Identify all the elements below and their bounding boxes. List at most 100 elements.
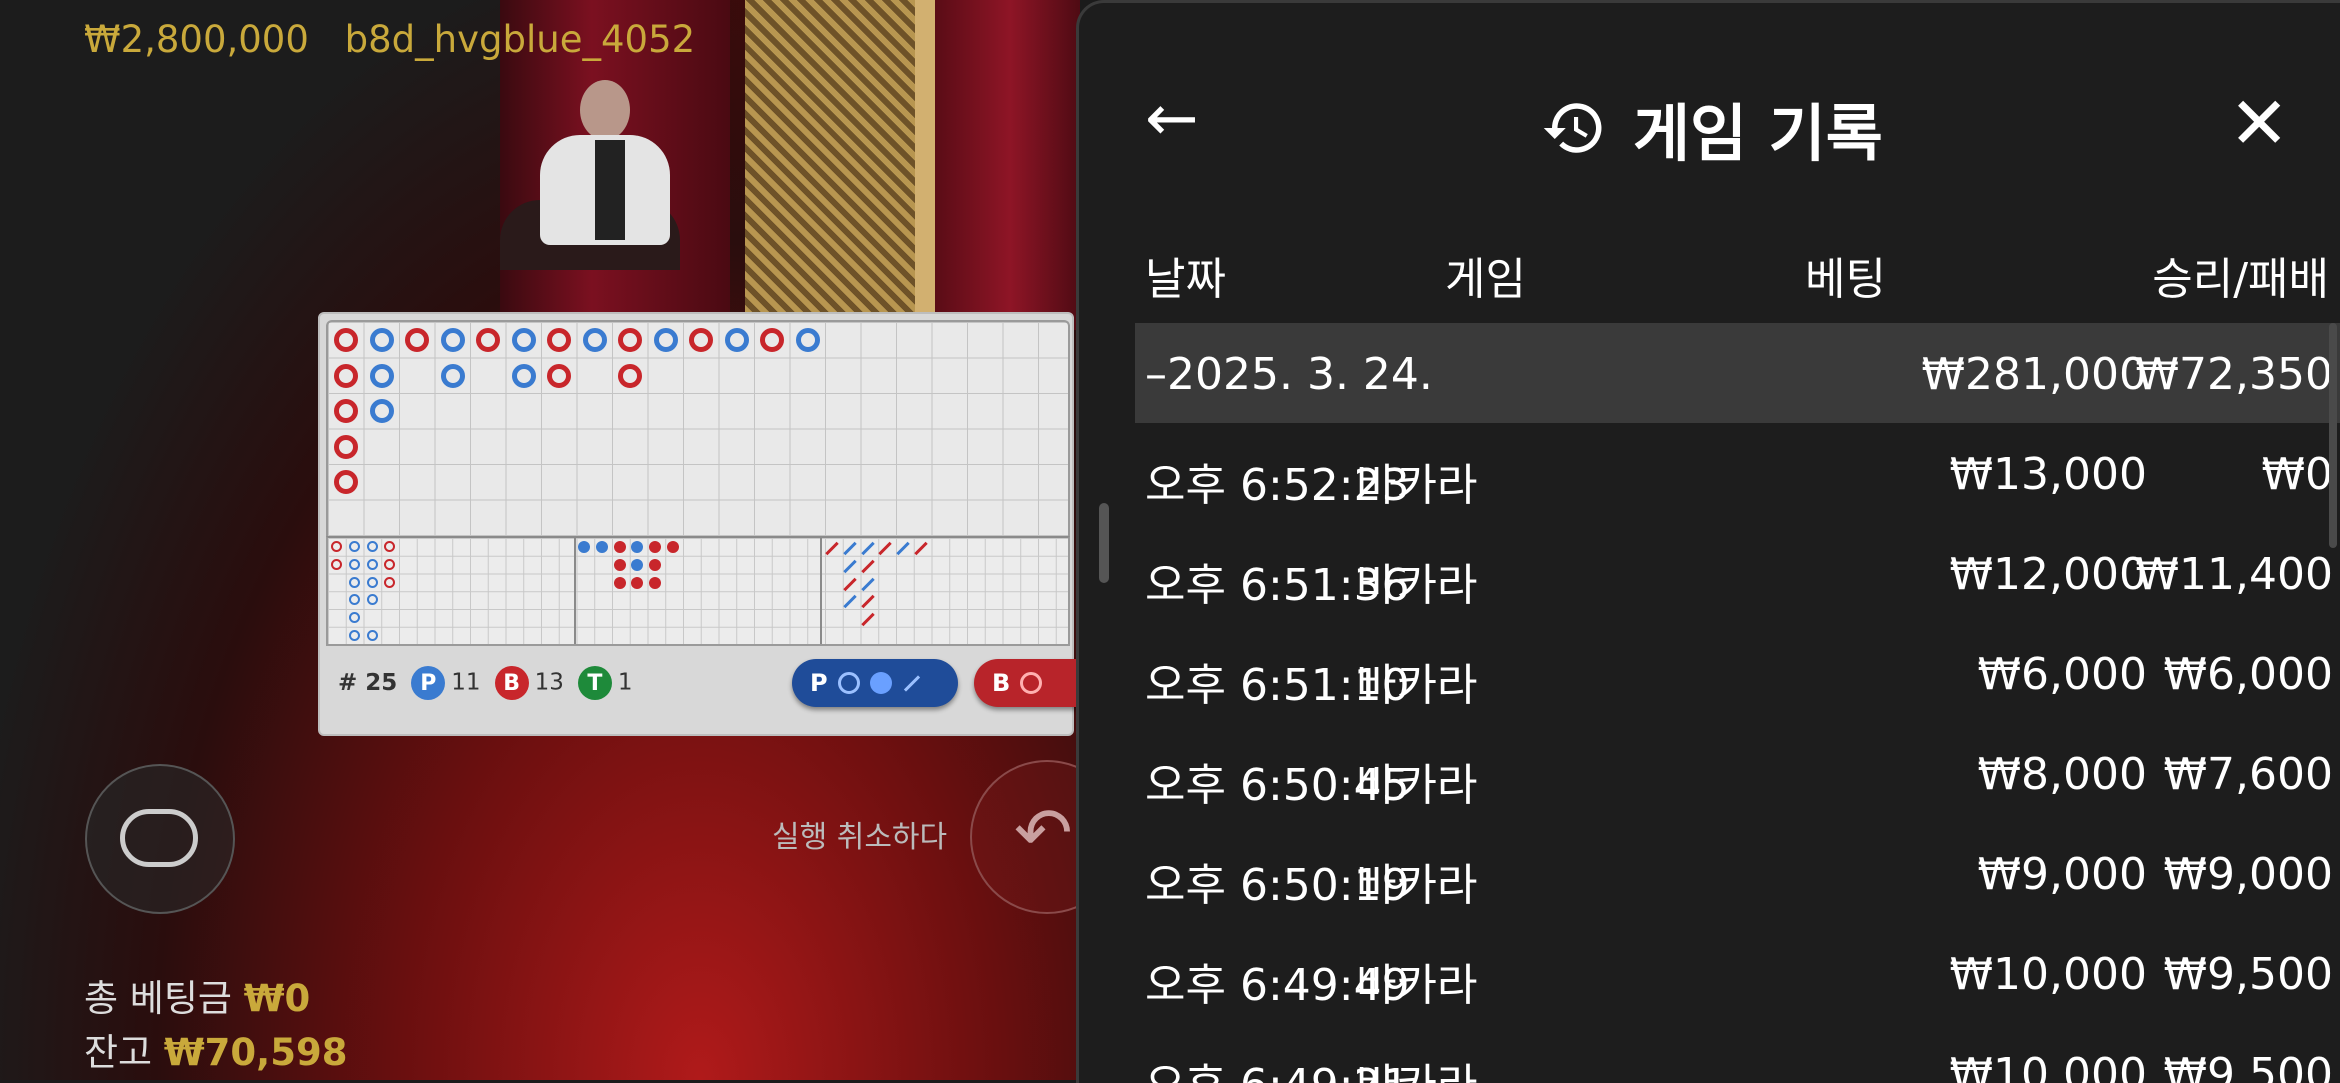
row-game: 바카라 xyxy=(1356,660,1478,711)
row-game: 바카라 xyxy=(1356,560,1478,611)
col-bet: 베팅 xyxy=(1805,254,1886,305)
row-bet: ₩10,000 xyxy=(1949,1049,2147,1083)
player-result-mark xyxy=(795,328,820,352)
row-bet: ₩13,000 xyxy=(1949,449,2147,500)
col-date: 날짜 xyxy=(1145,254,1226,305)
player-predict-button[interactable]: P xyxy=(792,659,958,707)
chip-stack-button[interactable] xyxy=(85,764,235,914)
tie-count: 1 xyxy=(617,669,633,696)
derived-road-mark xyxy=(631,541,644,553)
banker-badge: B xyxy=(494,666,529,700)
derived-road-mark xyxy=(860,559,875,573)
derived-road-mark xyxy=(843,559,857,573)
derived-road-mark xyxy=(348,629,360,641)
derived-road-mark xyxy=(366,594,378,606)
username: b8d_hvgblue_4052 xyxy=(344,18,696,61)
history-row[interactable]: 오후 6:51:10 바카라 ₩6,000 ₩6,000 xyxy=(1135,623,2340,723)
total-bet-label: 총 베팅금 xyxy=(84,977,232,1020)
banker-count: 13 xyxy=(534,669,564,696)
player-count: 11 xyxy=(451,669,481,696)
history-row[interactable]: 오후 6:49:49 바카라 ₩10,000 ₩9,500 xyxy=(1135,923,2340,1023)
row-bet: ₩6,000 xyxy=(1977,649,2147,700)
scrollbar[interactable] xyxy=(2329,323,2337,548)
derived-road-mark xyxy=(914,541,928,556)
top-balance: ₩2,800,000 xyxy=(84,18,309,61)
banker-result-mark xyxy=(547,328,571,352)
banker-predict-button[interactable]: B xyxy=(974,659,1080,707)
row-bet: ₩10,000 xyxy=(1949,949,2147,1000)
player-result-mark xyxy=(653,328,678,352)
derived-road-mark xyxy=(366,629,378,641)
row-bet: ₩12,000 xyxy=(1949,549,2147,600)
dealer-video xyxy=(540,80,670,245)
decorative-panel xyxy=(745,0,915,330)
undo-button[interactable]: ↶ xyxy=(970,760,1080,914)
close-icon[interactable]: ✕ xyxy=(2229,87,2289,159)
banker-predict-label: B xyxy=(992,669,1011,697)
row-bet: ₩9,000 xyxy=(1977,849,2147,900)
player-result-mark xyxy=(511,328,536,352)
history-row[interactable]: 오후 6:52:23 바카라 ₩13,000 ₩0 xyxy=(1135,423,2340,523)
curtain-background xyxy=(935,0,1080,330)
history-row[interactable]: 오후 6:49:21바카라₩10,000₩9,500 xyxy=(1135,1023,2340,1083)
game-history-panel: ← 게임 기록 ✕ 날짜 게임 베팅 승리/패배 –2025. 3. 24. ₩… xyxy=(1076,0,2340,1083)
derived-road-mark xyxy=(843,541,857,556)
row-result: ₩0 xyxy=(2261,449,2334,500)
undo-icon: ↶ xyxy=(1014,792,1073,874)
derived-road-mark xyxy=(348,576,360,588)
slash-icon xyxy=(903,674,920,692)
derived-road-mark xyxy=(860,612,875,627)
derived-road-mark xyxy=(649,558,661,571)
player-badge: P xyxy=(411,666,446,700)
date-value: –2025. 3. 24. xyxy=(1145,349,1433,400)
derived-road-mark xyxy=(631,576,644,589)
derived-road-mark xyxy=(666,541,679,553)
total-bet: 총 베팅금 ₩0 xyxy=(84,968,310,1022)
round-count: # 25 xyxy=(338,670,398,696)
arrow-left-icon[interactable]: ← xyxy=(1145,87,1199,151)
date-group-row[interactable]: –2025. 3. 24. ₩281,000 ₩72,350 xyxy=(1135,323,2340,423)
top-info: ₩2,800,000 b8d_hvgblue_4052 xyxy=(84,18,719,61)
player-predict-label: P xyxy=(810,669,828,697)
history-row[interactable]: 오후 6:50:19 바카라 ₩9,000 ₩9,000 xyxy=(1135,823,2340,923)
player-result-mark xyxy=(582,328,607,352)
banker-result-mark xyxy=(760,328,784,352)
undo-label: 실행 취소하다 xyxy=(772,820,948,855)
row-bet: ₩8,000 xyxy=(1977,749,2147,800)
row-result: ₩9,500 xyxy=(2163,949,2333,1000)
total-bet-value: ₩0 xyxy=(243,977,311,1020)
player-result-mark xyxy=(511,363,536,388)
banker-result-mark xyxy=(405,328,429,352)
date-result-total: ₩72,350 xyxy=(2135,349,2333,400)
banker-stat: B 13 xyxy=(494,666,564,700)
derived-road-mark xyxy=(348,594,360,606)
derived-road-mark xyxy=(331,541,342,552)
title-text: 게임 기록 xyxy=(1633,97,1883,170)
banker-result-mark xyxy=(334,399,358,423)
row-game: 바카라 xyxy=(1356,860,1478,911)
history-row[interactable]: 오후 6:51:36 바카라 ₩12,000 ₩11,400 xyxy=(1135,523,2340,623)
banker-result-mark xyxy=(547,363,571,388)
banker-result-mark xyxy=(334,434,358,459)
derived-road-mark xyxy=(825,541,839,556)
dot-icon xyxy=(869,672,892,694)
banker-result-mark xyxy=(334,363,358,388)
derived-road-mark xyxy=(348,558,360,570)
row-result: ₩6,000 xyxy=(2163,649,2333,700)
player-result-mark xyxy=(724,328,749,352)
player-result-mark xyxy=(369,399,394,423)
derived-road-mark xyxy=(384,558,396,570)
derived-road-mark xyxy=(348,541,360,552)
row-result: ₩9,000 xyxy=(2163,849,2333,900)
player-result-mark xyxy=(369,328,394,352)
history-row[interactable]: 오후 6:50:45 바카라 ₩8,000 ₩7,600 xyxy=(1135,723,2340,823)
date-bet-total: ₩281,000 xyxy=(1921,349,2147,400)
panel-drag-handle[interactable] xyxy=(1099,503,1109,583)
derived-road-mark xyxy=(843,577,857,591)
balance-value: ₩70,598 xyxy=(163,1031,348,1074)
row-game: 바카라 xyxy=(1356,460,1478,511)
scoreboard[interactable]: # 25 P 11 B 13 T1 P B xyxy=(318,312,1080,736)
tie-stat: T1 xyxy=(577,666,633,700)
player-result-mark xyxy=(440,328,465,352)
ring-icon xyxy=(837,672,860,694)
